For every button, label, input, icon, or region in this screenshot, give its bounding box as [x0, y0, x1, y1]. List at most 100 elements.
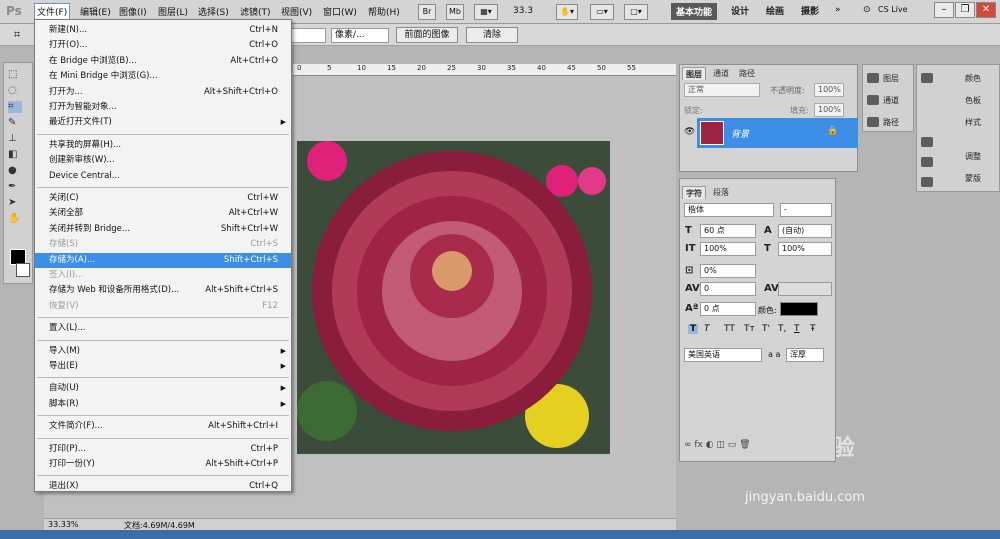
tsume-field[interactable]: 0% [700, 264, 756, 278]
minimize-icon[interactable]: – [934, 2, 954, 18]
dodge-tool-icon[interactable]: ● [8, 165, 22, 177]
horizontal-scale-field[interactable]: 100% [778, 242, 832, 256]
workspace-essentials[interactable]: 基本功能 [671, 3, 718, 20]
dock-styles[interactable]: 样式 [965, 117, 981, 128]
brush-tool-icon[interactable]: ✎ [8, 117, 22, 129]
leading-field[interactable]: (自动) [778, 224, 832, 238]
file-menu-item[interactable]: 最近打开文件(T) ▶ [35, 115, 291, 130]
vertical-scale-field[interactable]: 100% [700, 242, 756, 256]
brush-dock-icon[interactable] [921, 137, 933, 147]
tab-paths[interactable]: 路径 [736, 67, 758, 80]
menu-filter[interactable]: 滤镜(T) [240, 5, 271, 18]
visibility-eye-icon[interactable]: 👁 [684, 127, 695, 137]
workspace-photography[interactable]: 摄影 [801, 4, 819, 17]
layer-row-background[interactable]: 背景 🔒 [697, 118, 858, 148]
eraser-tool-icon[interactable]: ◧ [8, 149, 22, 161]
small-caps-button[interactable]: Tт [744, 324, 755, 334]
faux-bold-button[interactable]: T [688, 324, 699, 334]
strikethrough-button[interactable]: Ŧ [810, 324, 816, 334]
file-menu-item[interactable]: 打开(O)... Ctrl+O [35, 38, 291, 53]
file-menu-item[interactable]: 共享我的屏幕(H)... [35, 138, 291, 153]
tab-character[interactable]: 字符 [682, 186, 706, 199]
lasso-tool-icon[interactable]: ◌ [8, 85, 22, 97]
channels-dock-icon[interactable] [867, 95, 879, 105]
menu-view[interactable]: 视图(V) [281, 5, 312, 18]
file-menu-item[interactable]: 退出(X) Ctrl+Q [35, 479, 291, 494]
tab-paragraph[interactable]: 段落 [710, 186, 732, 199]
dock-channels[interactable]: 通道 [883, 95, 899, 106]
file-menu-item[interactable]: Device Central... [35, 169, 291, 184]
faux-italic-button[interactable]: T [704, 324, 710, 334]
history-dock-icon[interactable] [921, 73, 933, 83]
workspace-more-icon[interactable]: » [835, 5, 841, 15]
paths-dock-icon[interactable] [867, 117, 879, 127]
restore-icon[interactable]: ❐ [955, 2, 975, 18]
screen-mode-button[interactable]: ▢▾ [624, 4, 648, 20]
menu-help[interactable]: 帮助(H) [368, 5, 400, 18]
file-menu-item[interactable]: 置入(L)... [35, 321, 291, 336]
tab-channels[interactable]: 通道 [710, 67, 732, 80]
cslive-label[interactable]: CS Live [878, 5, 908, 14]
file-menu-item[interactable]: 新建(N)... Ctrl+N [35, 23, 291, 38]
close-icon[interactable]: ✕ [976, 2, 996, 18]
file-menu-item[interactable]: 在 Mini Bridge 中浏览(G)... [35, 69, 291, 84]
file-menu-item[interactable]: 关闭(C) Ctrl+W [35, 191, 291, 206]
file-menu-item[interactable]: 导入(M) ▶ [35, 344, 291, 359]
font-style-select[interactable]: - [780, 203, 832, 217]
blend-mode-select[interactable]: 正常 [684, 83, 760, 97]
panel-footer-icons[interactable]: ∞ fx ◐ ◫ ▭ 🗑 [684, 440, 751, 450]
kerning-field[interactable]: 0 [700, 282, 756, 296]
file-menu-item[interactable]: 存储为(A)... Shift+Ctrl+S [35, 252, 291, 268]
workspace-design[interactable]: 设计 [731, 4, 749, 17]
subscript-button[interactable]: T, [778, 324, 786, 334]
zoom-level[interactable]: 33.3 [513, 6, 533, 16]
menu-edit[interactable]: 编辑(E) [80, 5, 111, 18]
superscript-button[interactable]: T' [762, 324, 770, 334]
menu-image[interactable]: 图像(I) [119, 5, 147, 18]
menu-layer[interactable]: 图层(L) [158, 5, 188, 18]
file-menu-item[interactable]: 关闭全部 Alt+Ctrl+W [35, 206, 291, 221]
dock-adjustments[interactable]: 调整 [965, 151, 981, 162]
dock-swatches[interactable]: 色板 [965, 95, 981, 106]
menu-file[interactable]: 文件(F) [34, 3, 71, 20]
status-zoom[interactable]: 33.33% [48, 520, 79, 529]
layers-dock-icon[interactable] [867, 73, 879, 83]
opacity-field[interactable]: 100% [814, 83, 844, 97]
file-menu-item[interactable]: 脚本(R) ▶ [35, 397, 291, 412]
clear-button[interactable]: 清除 [466, 27, 518, 43]
menu-window[interactable]: 窗口(W) [323, 5, 357, 18]
dock-layers[interactable]: 图层 [883, 73, 899, 84]
file-menu-item[interactable]: 导出(E) ▶ [35, 359, 291, 374]
file-menu-item[interactable]: 自动(U) ▶ [35, 381, 291, 396]
file-menu-item[interactable]: 打印(P)... Ctrl+P [35, 442, 291, 457]
front-image-button[interactable]: 前面的图像 [396, 27, 458, 43]
all-caps-button[interactable]: TT [724, 324, 735, 334]
text-color-swatch[interactable] [780, 302, 818, 316]
dock-paths[interactable]: 路径 [883, 117, 899, 128]
background-color-swatch[interactable] [16, 263, 30, 277]
file-menu-item[interactable]: 打印一份(Y) Alt+Shift+Ctrl+P [35, 457, 291, 472]
baseline-shift-field[interactable]: 0 点 [700, 302, 756, 316]
marquee-tool-icon[interactable]: ⬚ [8, 69, 22, 81]
arrange-button[interactable]: ▭▾ [590, 4, 614, 20]
menu-select[interactable]: 选择(S) [198, 5, 229, 18]
file-menu-item[interactable]: 存储为 Web 和设备所用格式(D)... Alt+Shift+Ctrl+S [35, 283, 291, 298]
chrysanthemum-photo[interactable] [297, 141, 610, 454]
language-select[interactable]: 美国英语 [684, 348, 762, 362]
resolution-field[interactable] [290, 28, 326, 43]
font-size-field[interactable]: 60 点 [700, 224, 756, 238]
path-select-tool-icon[interactable]: ➤ [8, 197, 22, 209]
pen-tool-icon[interactable]: ✒ [8, 181, 22, 193]
dock-masks[interactable]: 蒙版 [965, 173, 981, 184]
tool-preset-dock-icon[interactable] [921, 177, 933, 187]
file-menu-item[interactable]: 关闭并转到 Bridge... Shift+Ctrl+W [35, 222, 291, 237]
font-family-select[interactable]: 楷体 [684, 203, 774, 217]
tab-layers[interactable]: 图层 [682, 67, 706, 80]
workspace-painting[interactable]: 绘画 [766, 4, 784, 17]
crop-tool-icon[interactable]: ⌗ [14, 28, 20, 42]
antialias-select[interactable]: 浑厚 [786, 348, 824, 362]
clone-dock-icon[interactable] [921, 157, 933, 167]
file-menu-item[interactable]: 创建新审核(W)... [35, 153, 291, 168]
tracking-field[interactable] [778, 282, 832, 296]
cslive-icon[interactable]: ⊙ [863, 5, 871, 15]
